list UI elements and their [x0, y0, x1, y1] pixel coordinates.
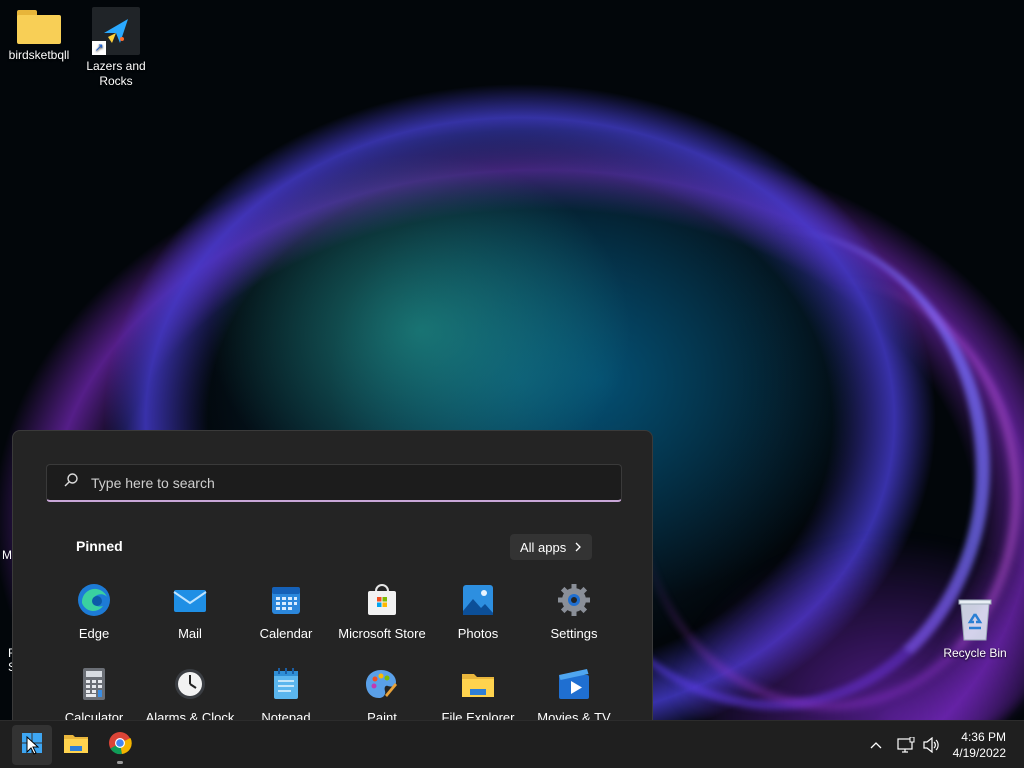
shortcut-arrow-icon: ↗: [92, 41, 106, 55]
partial-desktop-label: M: [2, 548, 12, 562]
app-label: Photos: [457, 626, 499, 641]
mouse-cursor: [26, 735, 40, 761]
system-tray: [866, 721, 944, 768]
pinned-app-edge[interactable]: Edge: [46, 579, 142, 663]
pinned-app-microsoft-store[interactable]: Microsoft Store: [334, 579, 430, 663]
notepad-icon: [269, 667, 303, 701]
start-menu: Pinned All apps Edge: [12, 430, 653, 730]
desktop-icon-label: birdsketbqll: [8, 48, 70, 62]
desktop-icon-birdsketbqll[interactable]: birdsketbqll: [0, 10, 78, 63]
desktop-icon-recycle-bin[interactable]: Recycle Bin: [936, 596, 1014, 661]
taskbar-chrome[interactable]: [100, 725, 140, 765]
settings-icon: [557, 583, 591, 617]
volume-icon[interactable]: [920, 737, 944, 753]
movies-icon: [557, 667, 591, 701]
folder-icon: [461, 667, 495, 701]
file-explorer-icon: [63, 732, 89, 759]
clock-time: 4:36 PM: [961, 730, 1006, 744]
desktop-icon-label: Lazers and: [86, 59, 146, 73]
pinned-heading: Pinned: [76, 538, 123, 554]
taskbar-clock[interactable]: 4:36 PM 4/19/2022: [953, 729, 1006, 761]
app-label: Calendar: [259, 626, 313, 641]
desktop-icon-label: Rocks: [99, 74, 133, 88]
desktop-icon-label: Recycle Bin: [943, 646, 1007, 660]
pinned-app-settings[interactable]: Settings: [526, 579, 622, 663]
app-label: Mail: [178, 626, 202, 641]
recycle-bin-icon: [955, 596, 995, 642]
edge-icon: [77, 583, 111, 617]
taskbar: 4:36 PM 4/19/2022: [0, 720, 1024, 768]
store-icon: [365, 583, 399, 617]
mail-icon: [173, 583, 207, 617]
app-label: Edge: [78, 626, 110, 641]
chevron-up-icon[interactable]: [866, 741, 886, 749]
photos-icon: [461, 583, 495, 617]
taskbar-file-explorer[interactable]: [56, 725, 96, 765]
chrome-icon: [108, 731, 132, 760]
running-indicator: [117, 761, 123, 764]
start-search-box[interactable]: [46, 464, 622, 502]
pinned-app-photos[interactable]: Photos: [430, 579, 526, 663]
desktop-icon-lazers-and-rocks[interactable]: ↗ Lazers and Rocks: [77, 7, 155, 89]
network-icon[interactable]: [892, 737, 920, 753]
search-icon: [63, 472, 79, 493]
all-apps-label: All apps: [520, 539, 567, 555]
game-shortcut-icon: ↗: [92, 7, 140, 55]
all-apps-button[interactable]: All apps: [510, 534, 593, 560]
paint-icon: [365, 667, 399, 701]
chevron-right-icon: [574, 540, 582, 555]
search-input[interactable]: [91, 474, 591, 491]
clock-date: 4/19/2022: [952, 746, 1006, 760]
app-label: Settings: [550, 626, 598, 641]
calendar-icon: [269, 583, 303, 617]
clock-icon: [173, 667, 207, 701]
pinned-app-mail[interactable]: Mail: [142, 579, 238, 663]
folder-icon: [17, 10, 61, 44]
app-label: Microsoft Store: [338, 626, 426, 641]
calculator-icon: [77, 667, 111, 701]
pinned-app-calendar[interactable]: Calendar: [238, 579, 334, 663]
